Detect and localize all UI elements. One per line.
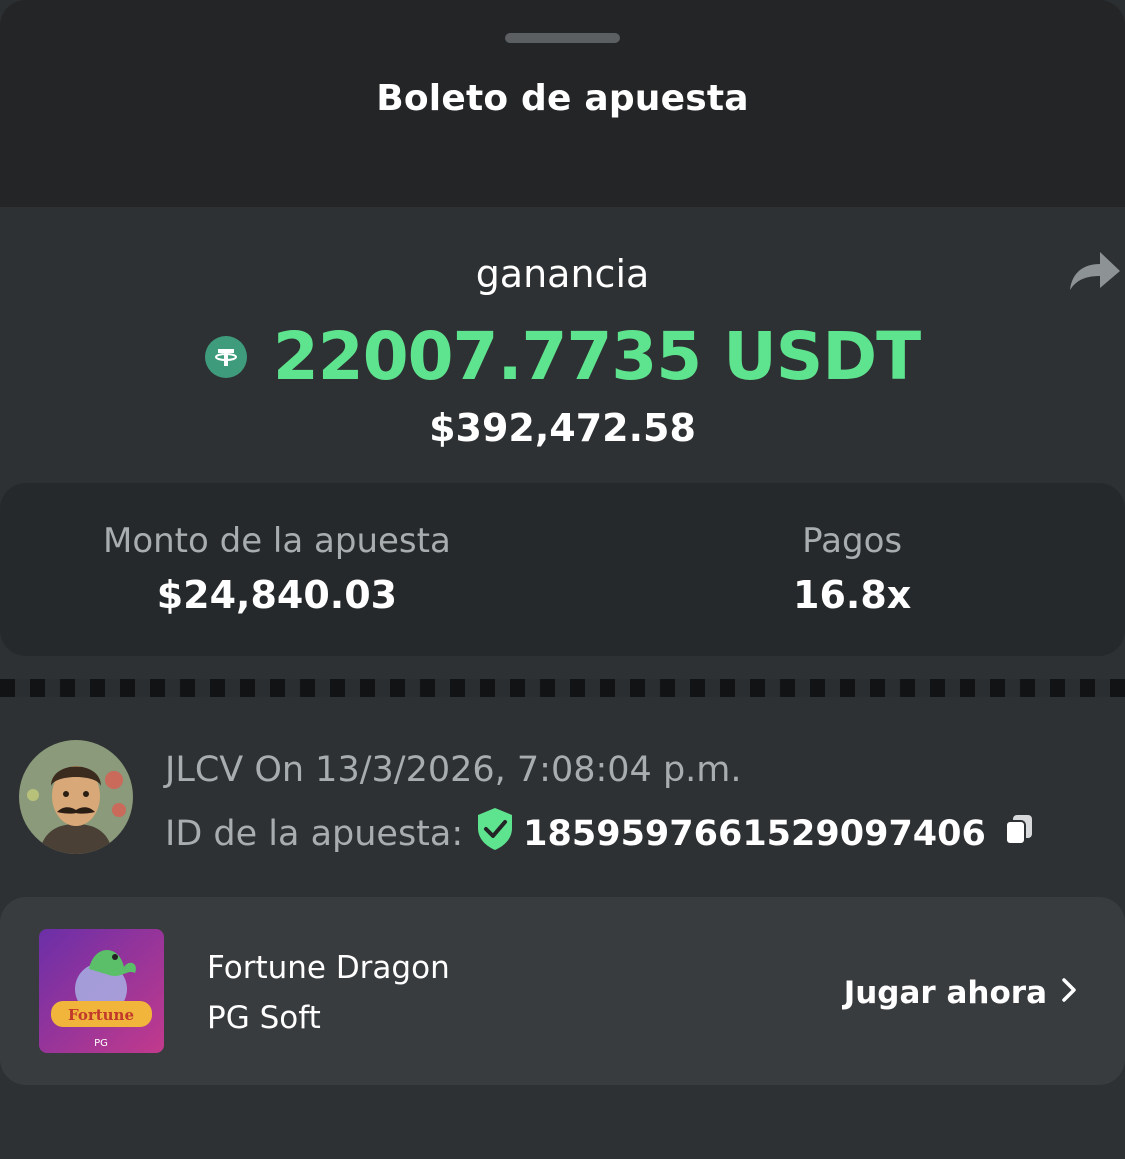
play-now-label: Jugar ahora [843,975,1047,1011]
bet-ticket-sheet: Boleto de apuesta ganancia 22007.7735 US… [0,0,1125,1159]
page-title: Boleto de apuesta [376,78,749,119]
payout-stat: Pagos 16.8x [793,521,911,617]
winnings-label: ganancia [475,252,650,296]
verified-shield-icon [475,806,515,861]
drag-handle[interactable] [505,33,620,43]
bet-id-value: 1859597661529097406 [523,813,986,854]
winnings-row: 22007.7735 USDT [0,318,1125,395]
chevron-right-icon [1061,975,1077,1011]
bet-stats-panel: Monto de la apuesta $24,840.03 Pagos 16.… [0,483,1125,656]
payout-label: Pagos [802,521,903,561]
tether-icon [204,335,247,378]
avatar[interactable] [19,740,133,854]
winnings-amount: 22007.7735 USDT [272,318,921,395]
bet-amount-stat: Monto de la apuesta $24,840.03 [103,521,451,617]
bet-amount-label: Monto de la apuesta [103,521,451,561]
winnings-usd: $392,472.58 [429,406,696,450]
game-name: Fortune Dragon [207,950,450,986]
copy-icon[interactable] [1004,813,1034,854]
bet-id-label: ID de la apuesta: [165,813,464,854]
game-thumbnail-logo: Fortune [68,1006,134,1024]
bet-amount-value: $24,840.03 [156,573,398,617]
game-provider: PG Soft [207,1000,321,1036]
sheet-header: Boleto de apuesta [0,0,1125,207]
game-card[interactable]: Fortune PG Fortune Dragon PG Soft Jugar … [0,897,1125,1085]
game-thumbnail-badge: PG [94,1038,108,1049]
ticket-perforation [0,679,1125,697]
bet-id-row: ID de la apuesta: 1859597661529097406 [165,806,1034,861]
game-thumbnail[interactable]: Fortune PG [39,929,164,1053]
payout-value: 16.8x [793,573,912,617]
bet-user-timestamp: JLCV On 13/3/2026, 7:08:04 p.m. [165,750,742,790]
play-now-button[interactable]: Jugar ahora [844,975,1077,1011]
